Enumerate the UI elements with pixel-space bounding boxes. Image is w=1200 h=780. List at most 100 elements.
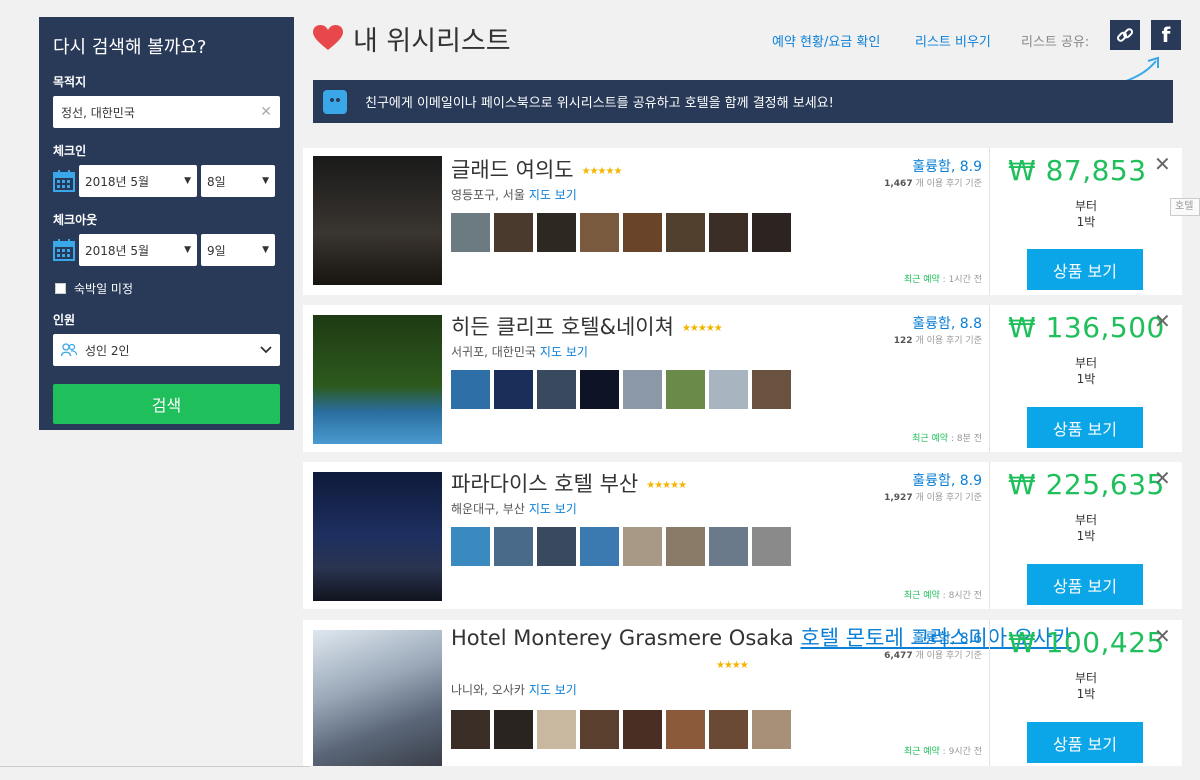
- checkout-month-select[interactable]: 2018년 5월 ▼: [79, 234, 197, 266]
- recent-booking: 최근 예약 : 1시간 전: [904, 272, 982, 285]
- price: ₩ 87,853: [1008, 154, 1147, 187]
- hotel-name[interactable]: 글래드 여의도 ★★★★★: [451, 154, 622, 184]
- review-count: 1,927 개 이용 후기 기준: [884, 490, 982, 503]
- view-deal-button[interactable]: 상품 보기: [1027, 249, 1143, 290]
- location-text: 해운대구, 부산: [451, 502, 525, 516]
- hotel-name-text[interactable]: 파라다이스 호텔 부산: [451, 472, 638, 496]
- from-label: 부터: [1074, 199, 1098, 213]
- booking-status-link[interactable]: 예약 현황/요금 확인: [772, 31, 880, 50]
- recent-booking-label: 최근 예약: [903, 747, 940, 757]
- caret-down-icon: ▼: [262, 245, 269, 255]
- copy-link-button[interactable]: [1110, 20, 1140, 50]
- thumbnail[interactable]: [709, 213, 748, 252]
- thumbnail[interactable]: [494, 710, 533, 749]
- destination-value: 정선, 대한민국: [61, 105, 135, 120]
- hotel-name[interactable]: 파라다이스 호텔 부산 ★★★★★: [451, 468, 687, 498]
- remove-icon[interactable]: ✕: [1154, 624, 1171, 648]
- from-label: 부터: [1074, 356, 1098, 370]
- thumbnail[interactable]: [623, 527, 662, 566]
- hotel-card: 글래드 여의도 ★★★★★ 영등포구, 서울 지도 보기 훌륭함, 8.9 1,46…: [303, 148, 1182, 295]
- wishlist-page: 다시 검색해 볼까요? 목적지 정선, 대한민국 ✕ 체크인 2018년 5월 …: [0, 0, 1200, 780]
- checkout-day-select[interactable]: 9일 ▼: [201, 234, 275, 266]
- map-link[interactable]: 지도 보기: [540, 345, 588, 359]
- thumbnail[interactable]: [623, 213, 662, 252]
- search-button[interactable]: 검색: [53, 384, 280, 424]
- recent-booking-label: 최근 예약: [903, 275, 940, 285]
- hotel-card: 파라다이스 호텔 부산 ★★★★★ 해운대구, 부산 지도 보기 훌륭함, 8.9 …: [303, 462, 1182, 609]
- hotel-card: Hotel Monterey Grasmere Osaka 호텔 몬토레 그라스…: [303, 620, 1182, 766]
- thumbnail[interactable]: [451, 370, 490, 409]
- checkin-row: 2018년 5월 ▼ 8일 ▼: [53, 165, 280, 197]
- guests-select[interactable]: 성인 2인: [53, 334, 280, 366]
- hotel-photo[interactable]: [313, 156, 442, 285]
- map-link[interactable]: 지도 보기: [529, 683, 577, 697]
- review-number: 1,927: [884, 493, 913, 503]
- facebook-icon: f: [1161, 23, 1171, 47]
- clear-list-link[interactable]: 리스트 비우기: [915, 31, 991, 50]
- facebook-share-button[interactable]: f: [1151, 20, 1181, 50]
- view-deal-button[interactable]: 상품 보기: [1027, 407, 1143, 448]
- clear-icon[interactable]: ✕: [260, 104, 272, 120]
- map-link[interactable]: 지도 보기: [529, 188, 577, 202]
- hotel-photo[interactable]: [313, 472, 442, 601]
- calendar-icon[interactable]: [53, 239, 75, 261]
- hotel-name-text[interactable]: Hotel Monterey Grasmere Osaka: [451, 626, 794, 650]
- thumbnail[interactable]: [537, 370, 576, 409]
- thumbnail[interactable]: [666, 213, 705, 252]
- view-deal-button[interactable]: 상품 보기: [1027, 722, 1143, 763]
- checkin-day-select[interactable]: 8일 ▼: [201, 165, 275, 197]
- thumbnail[interactable]: [752, 710, 791, 749]
- thumbnail[interactable]: [451, 213, 490, 252]
- thumbnail[interactable]: [494, 527, 533, 566]
- thumbnail[interactable]: [752, 213, 791, 252]
- review-suffix: 개 이용 후기 기준: [915, 493, 982, 503]
- hotel-name[interactable]: 히든 클리프 호텔&네이쳐 ★★★★★: [451, 311, 723, 341]
- thumbnail[interactable]: [709, 527, 748, 566]
- thumbnail[interactable]: [752, 370, 791, 409]
- thumbnail[interactable]: [580, 710, 619, 749]
- calendar-icon[interactable]: [53, 170, 75, 192]
- thumbnail[interactable]: [666, 710, 705, 749]
- caret-down-icon: ▼: [184, 245, 191, 255]
- thumbnail[interactable]: [666, 370, 705, 409]
- undecided-dates-label[interactable]: 숙박일 미정: [74, 280, 133, 297]
- checkin-day-value: 8일: [207, 174, 226, 189]
- location-text: 영등포구, 서울: [451, 188, 525, 202]
- thumbnail[interactable]: [537, 213, 576, 252]
- remove-icon[interactable]: ✕: [1154, 309, 1171, 333]
- remove-icon[interactable]: ✕: [1154, 466, 1171, 490]
- thumbnail[interactable]: [709, 370, 748, 409]
- thumbnail[interactable]: [580, 213, 619, 252]
- view-deal-button[interactable]: 상품 보기: [1027, 564, 1143, 605]
- remove-icon[interactable]: ✕: [1154, 152, 1171, 176]
- location-text: 서귀포, 대한민국: [451, 345, 536, 359]
- thumbnail[interactable]: [494, 213, 533, 252]
- thumbnail[interactable]: [451, 710, 490, 749]
- hotel-photo[interactable]: [313, 315, 442, 444]
- destination-label: 목적지: [53, 75, 87, 89]
- thumbnail[interactable]: [623, 710, 662, 749]
- thumbnail[interactable]: [709, 710, 748, 749]
- thumbnail[interactable]: [494, 370, 533, 409]
- thumbnail[interactable]: [580, 527, 619, 566]
- hotel-name-text[interactable]: 히든 클리프 호텔&네이쳐: [451, 315, 674, 339]
- thumbnail[interactable]: [752, 527, 791, 566]
- thumbnail[interactable]: [537, 710, 576, 749]
- destination-input[interactable]: 정선, 대한민국 ✕: [53, 96, 280, 128]
- thumbnail[interactable]: [537, 527, 576, 566]
- caret-down-icon: ▼: [184, 176, 191, 186]
- thumbnail[interactable]: [623, 370, 662, 409]
- undecided-dates-checkbox[interactable]: [55, 283, 66, 294]
- divider: [989, 305, 990, 452]
- from-label: 부터: [1074, 671, 1098, 685]
- rating-score: 훌륭함, 8.9: [912, 159, 982, 175]
- thumbnail[interactable]: [580, 370, 619, 409]
- hotel-photo[interactable]: [313, 630, 442, 766]
- hotel-name-text[interactable]: 글래드 여의도: [451, 158, 574, 182]
- map-link[interactable]: 지도 보기: [529, 502, 577, 516]
- checkin-month-select[interactable]: 2018년 5월 ▼: [79, 165, 197, 197]
- thumbnail[interactable]: [451, 527, 490, 566]
- thumbnail[interactable]: [666, 527, 705, 566]
- link-icon: [1117, 28, 1134, 42]
- recent-booking: 최근 예약 : 8시간 전: [904, 588, 982, 601]
